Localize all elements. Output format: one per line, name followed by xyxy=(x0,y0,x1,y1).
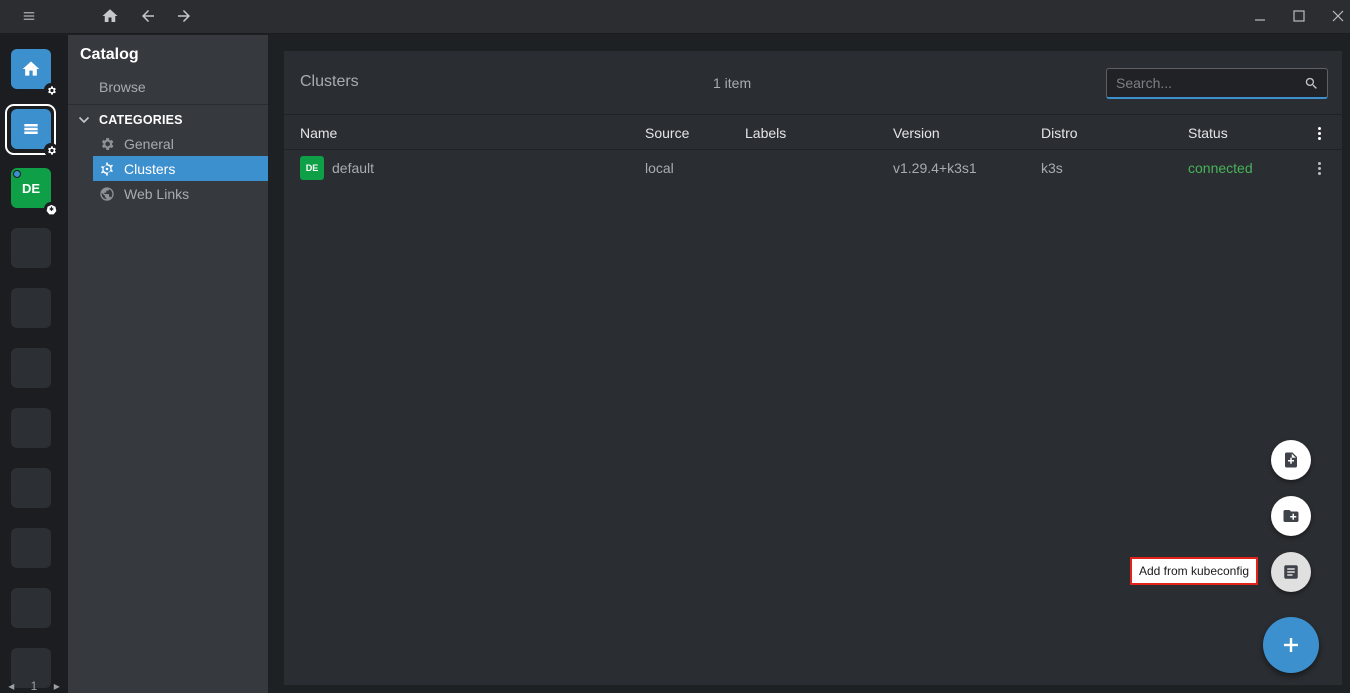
column-header-distro[interactable]: Distro xyxy=(1041,125,1078,141)
chevron-left-icon[interactable]: ◂ xyxy=(8,679,14,693)
hotbar-page-number: 1 xyxy=(30,679,38,693)
catalog-icon xyxy=(24,124,38,134)
clusters-panel: Clusters 1 item Name Source Labels Versi… xyxy=(284,51,1342,685)
kubernetes-icon xyxy=(44,202,58,216)
search-box xyxy=(1106,68,1328,99)
hotbar-home[interactable] xyxy=(11,49,51,89)
hotbar-empty-slot[interactable] xyxy=(11,468,51,508)
sidebar-item-general[interactable]: General xyxy=(93,131,268,156)
sidebar-item-clusters[interactable]: Clusters xyxy=(93,156,268,181)
cluster-initials: DE xyxy=(21,180,41,196)
home-icon xyxy=(22,61,40,76)
cell-version: v1.29.4+k3s1 xyxy=(893,160,977,176)
column-header-labels[interactable]: Labels xyxy=(745,125,786,141)
title-bar xyxy=(0,0,1350,34)
gear-icon xyxy=(44,143,58,157)
add-button[interactable] xyxy=(1263,617,1319,673)
close-icon[interactable] xyxy=(1323,4,1350,28)
row-menu-icon[interactable] xyxy=(1310,158,1328,178)
hamburger-icon[interactable] xyxy=(16,4,42,28)
column-header-name[interactable]: Name xyxy=(300,125,337,141)
hotbar-empty-slot[interactable] xyxy=(11,348,51,388)
cluster-avatar: DE xyxy=(300,156,324,180)
panel-header: Clusters 1 item xyxy=(284,51,1342,115)
add-from-kubeconfig-button[interactable] xyxy=(1271,552,1311,592)
hotbar-catalog[interactable] xyxy=(11,109,51,149)
cell-status: connected xyxy=(1188,160,1253,176)
fab-tooltip: Add from kubeconfig xyxy=(1130,557,1258,585)
table-header: Name Source Labels Version Distro Status xyxy=(284,116,1342,150)
table-row[interactable]: DE default local v1.29.4+k3s1 k3s connec… xyxy=(284,151,1342,185)
sidebar-divider xyxy=(68,104,268,105)
sidebar-item-label: General xyxy=(124,135,174,152)
hotbar: DE ◂ 1 ▸ xyxy=(0,35,68,693)
arrow-left-icon[interactable] xyxy=(135,4,161,28)
chevron-down-icon xyxy=(78,116,90,124)
plus-icon xyxy=(1284,638,1298,652)
hotbar-empty-slot[interactable] xyxy=(11,288,51,328)
home-icon[interactable] xyxy=(97,4,123,28)
document-icon xyxy=(1284,565,1298,579)
hotbar-pager: ◂ 1 ▸ xyxy=(0,679,68,693)
add-folder-button[interactable] xyxy=(1271,496,1311,536)
minimize-icon[interactable] xyxy=(1245,4,1275,28)
sidebar-item-label: Web Links xyxy=(124,185,190,202)
gear-icon xyxy=(44,83,58,97)
kubernetes-icon xyxy=(101,161,113,176)
columns-menu-icon[interactable] xyxy=(1310,123,1328,143)
search-input[interactable] xyxy=(1107,69,1297,97)
sidebar-item-browse[interactable]: Browse xyxy=(99,79,146,95)
categories-label: CATEGORIES xyxy=(99,113,183,127)
column-header-status[interactable]: Status xyxy=(1188,125,1228,141)
item-count: 1 item xyxy=(713,75,752,91)
chevron-right-icon[interactable]: ▸ xyxy=(54,679,60,693)
main-content: Clusters 1 item Name Source Labels Versi… xyxy=(268,35,1350,693)
categories-toggle[interactable]: CATEGORIES xyxy=(78,111,183,129)
sidebar-item-web-links[interactable]: Web Links xyxy=(93,181,268,206)
arrow-right-icon[interactable] xyxy=(171,4,197,28)
hotbar-empty-slot[interactable] xyxy=(11,408,51,448)
search-icon[interactable] xyxy=(1304,76,1319,91)
hotbar-empty-slot[interactable] xyxy=(11,528,51,568)
add-file-button[interactable] xyxy=(1271,440,1311,480)
file-plus-icon xyxy=(1285,452,1297,468)
cluster-status-dot xyxy=(13,170,21,178)
column-header-source[interactable]: Source xyxy=(645,125,689,141)
cell-distro: k3s xyxy=(1041,160,1063,176)
hotbar-empty-slot[interactable] xyxy=(11,588,51,628)
cell-source: local xyxy=(645,160,674,176)
cell-name: default xyxy=(332,160,375,176)
folder-plus-icon xyxy=(1283,510,1299,522)
gear-icon xyxy=(101,137,114,150)
page-title: Clusters xyxy=(300,73,359,90)
maximize-icon[interactable] xyxy=(1284,4,1314,28)
sidebar-item-label: Clusters xyxy=(124,160,176,177)
catalog-sidebar: Catalog Browse CATEGORIES General Cluste… xyxy=(68,35,268,693)
sidebar-title: Catalog xyxy=(80,46,139,63)
column-header-version[interactable]: Version xyxy=(893,125,940,141)
hotbar-empty-slot[interactable] xyxy=(11,228,51,268)
globe-icon xyxy=(100,186,114,201)
